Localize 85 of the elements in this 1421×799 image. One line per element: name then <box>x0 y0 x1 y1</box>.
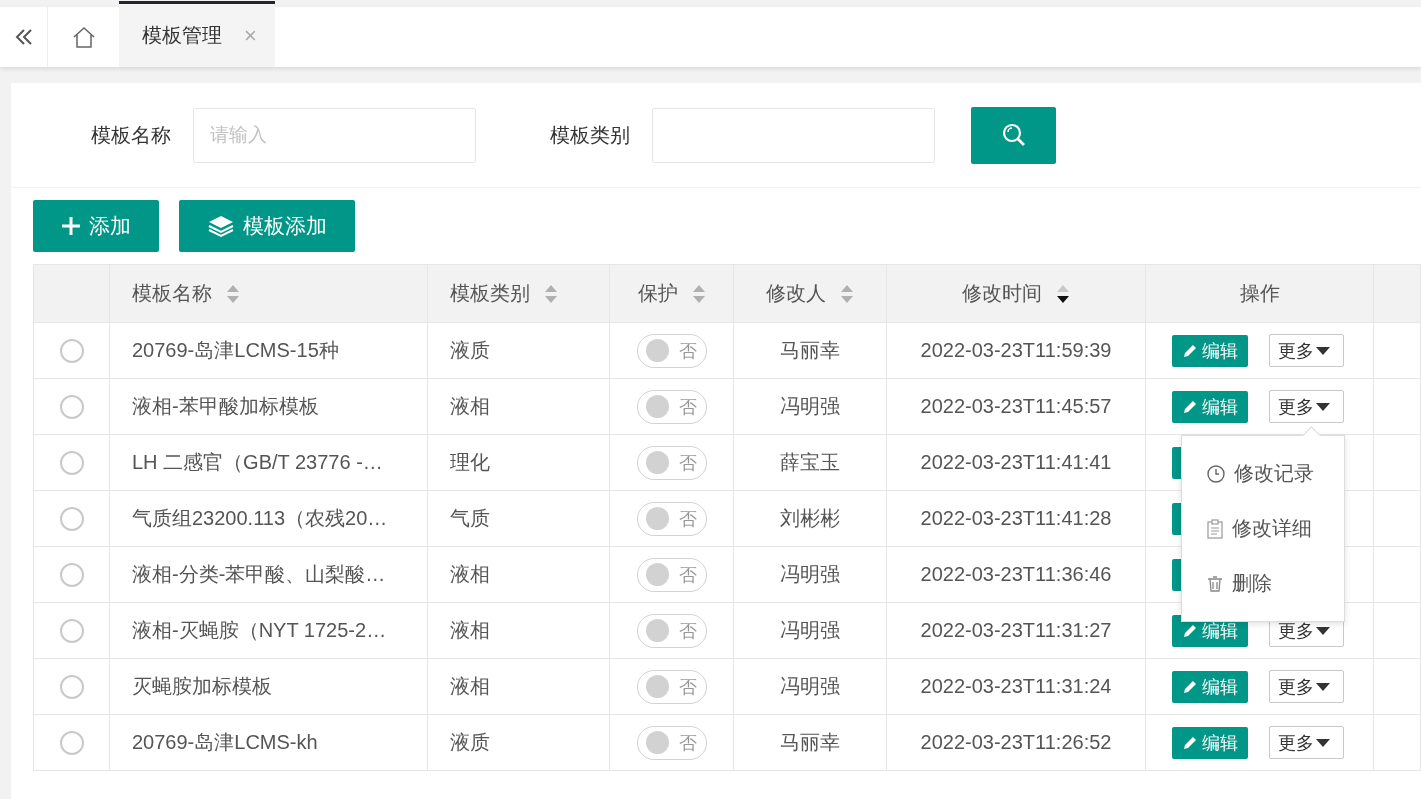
menu-item[interactable]: 删除 <box>1182 556 1344 611</box>
table-cell: 20769-岛津LCMS-kh <box>109 714 428 771</box>
caret-icon <box>1316 738 1330 747</box>
sort-icon[interactable] <box>1056 283 1070 304</box>
field-label: 模板名称 <box>91 122 171 148</box>
column-header: 模板名称 <box>132 281 212 306</box>
radio-button[interactable] <box>59 562 84 587</box>
pencil-icon <box>1182 398 1198 415</box>
table-cell: 液相 <box>427 378 610 435</box>
column-header: 操作 <box>1239 281 1280 306</box>
edit-button[interactable]: 编辑 <box>1172 670 1248 703</box>
table-cell: 气质组23200.113（农残20… <box>109 490 428 547</box>
table-cell: 马丽幸 <box>733 322 887 379</box>
table-cell: 2022-03-23T11:31:27 <box>886 602 1146 659</box>
table-cell: 液相 <box>427 658 610 715</box>
table-cell: LH 二感官（GB/T 23776 -… <box>109 434 428 491</box>
toggle-switch[interactable]: 否 <box>636 669 707 704</box>
close-button[interactable]: × <box>244 22 257 49</box>
caret-icon <box>1316 402 1330 411</box>
table-cell: 2022-03-23T11:41:28 <box>886 490 1146 547</box>
table-cell: 冯明强 <box>733 602 887 659</box>
column-header: 修改时间 <box>962 281 1042 306</box>
table-cell: 液相 <box>427 546 610 603</box>
menu-item[interactable]: 修改详细 <box>1182 501 1344 556</box>
trash-icon <box>1206 574 1224 593</box>
table-cell: 灭蝇胺加标模板 <box>109 658 428 715</box>
table-cell: 2022-03-23T11:26:52 <box>886 714 1146 771</box>
radio-button[interactable] <box>59 338 84 363</box>
clipboard-icon <box>1206 518 1224 539</box>
pencil-icon <box>1182 342 1198 359</box>
more-button[interactable]: 更多 <box>1269 726 1344 759</box>
edit-button[interactable]: 编辑 <box>1172 334 1248 367</box>
table-cell: 2022-03-23T11:31:24 <box>886 658 1146 715</box>
table-cell: 液质 <box>427 714 610 771</box>
table-cell: 气质 <box>427 490 610 547</box>
menu-item[interactable]: 修改记录 <box>1182 446 1344 501</box>
template-add-button[interactable]: 模板添加 <box>179 200 355 252</box>
column-header: 模板类别 <box>450 281 530 306</box>
table-cell: 液相 <box>427 602 610 659</box>
table-cell: 2022-03-23T11:36:46 <box>886 546 1146 603</box>
table-cell: 液相-苯甲酸加标模板 <box>109 378 428 435</box>
table-cell: 液相-灭蝇胺（NYT 1725-2… <box>109 602 428 659</box>
search-field[interactable]: 请输入 <box>193 107 476 163</box>
table-cell: 马丽幸 <box>733 714 887 771</box>
radio-button[interactable] <box>59 618 84 643</box>
table-cell: 薛宝玉 <box>733 434 887 491</box>
table-cell: 2022-03-23T11:41:41 <box>886 434 1146 491</box>
radio-button[interactable] <box>59 730 84 755</box>
home-icon[interactable] <box>71 26 96 48</box>
caret-icon <box>1316 682 1330 691</box>
caret-icon <box>1316 626 1330 635</box>
search-icon <box>1000 122 1027 148</box>
plus-icon <box>61 216 81 236</box>
more-button[interactable]: 更多 <box>1269 390 1344 423</box>
edit-button[interactable]: 编辑 <box>1172 726 1248 759</box>
pencil-icon <box>1182 622 1198 639</box>
pencil-icon <box>1182 734 1198 751</box>
column-header: 保护 <box>637 281 678 306</box>
table-cell: 2022-03-23T11:59:39 <box>886 322 1146 379</box>
field-label: 模板类别 <box>550 122 630 148</box>
table-cell: 液质 <box>427 322 610 379</box>
radio-button[interactable] <box>59 506 84 531</box>
search-field[interactable] <box>652 107 935 163</box>
add-button[interactable]: 添加 <box>33 200 159 252</box>
table-cell: 液相-分类-苯甲酸、山梨酸… <box>109 546 428 603</box>
radio-button[interactable] <box>59 450 84 475</box>
clock-icon <box>1206 463 1226 484</box>
table-cell: 理化 <box>427 434 610 491</box>
table-cell: 刘彬彬 <box>733 490 887 547</box>
edit-button[interactable]: 编辑 <box>1172 390 1248 423</box>
caret-icon <box>1316 346 1330 355</box>
table-cell: 冯明强 <box>733 378 887 435</box>
radio-button[interactable] <box>59 674 84 699</box>
search-button[interactable] <box>971 106 1056 164</box>
table-cell: 20769-岛津LCMS-15种 <box>109 322 428 379</box>
more-button[interactable]: 更多 <box>1269 670 1344 703</box>
pencil-icon <box>1182 678 1198 695</box>
table-cell: 冯明强 <box>733 546 887 603</box>
table-cell: 冯明强 <box>733 658 887 715</box>
table-cell: 2022-03-23T11:45:57 <box>886 378 1146 435</box>
more-button[interactable]: 更多 <box>1269 334 1344 367</box>
layers-icon <box>207 214 235 238</box>
radio-button[interactable] <box>59 394 84 419</box>
page-tab[interactable]: 模板管理 × <box>119 1 275 67</box>
column-header: 修改人 <box>766 281 826 306</box>
